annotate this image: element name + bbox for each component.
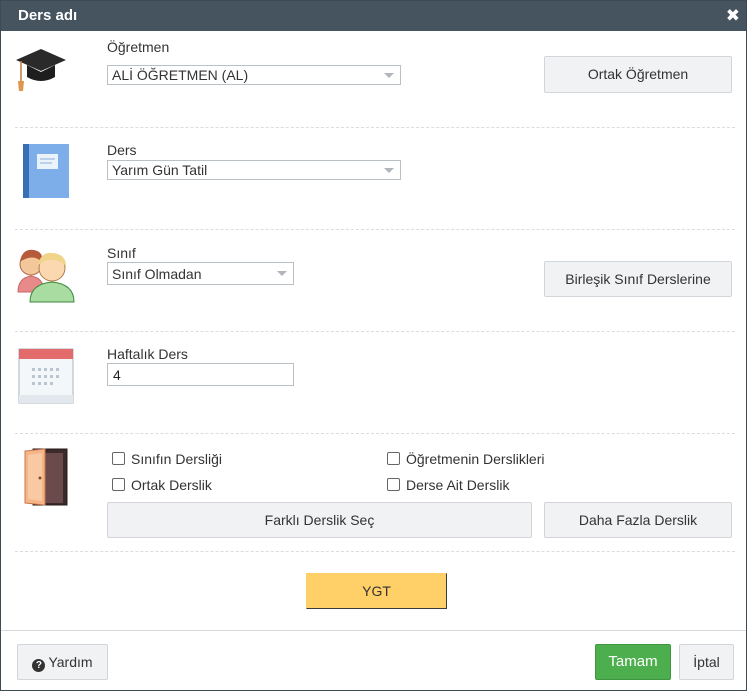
help-button[interactable]: ? Yardım [17, 644, 108, 680]
dialog-title: Ders adı [18, 7, 78, 24]
calendar-icon [18, 348, 74, 404]
checkbox-label: Sınıfın Dersliği [131, 451, 223, 467]
lesson-select[interactable]: Yarım Gün Tatil [107, 160, 401, 180]
chevron-down-icon [384, 168, 394, 173]
question-circle-icon: ? [32, 659, 46, 672]
ygt-button[interactable]: YGT [306, 573, 447, 609]
help-label: Yardım [48, 654, 93, 670]
classroom-of-class-checkbox[interactable]: Sınıfın Dersliği [112, 451, 222, 467]
ok-button[interactable]: Tamam [595, 644, 671, 680]
cancel-button[interactable]: İptal [679, 644, 734, 680]
section-divider [15, 551, 735, 552]
checkbox-label: Ortak Derslik [131, 477, 212, 493]
class-select-value: Sınıf Olmadan [112, 266, 202, 282]
close-icon[interactable]: ✖ [726, 6, 740, 26]
lesson-select-value: Yarım Gün Tatil [112, 162, 208, 178]
teacher-select-value: ALİ ÖĞRETMEN (AL) [112, 67, 249, 83]
teacher-classrooms-checkbox[interactable]: Öğretmenin Derslikleri [387, 451, 544, 467]
shared-teacher-button[interactable]: Ortak Öğretmen [544, 56, 732, 93]
shared-classroom-checkbox[interactable]: Ortak Derslik [112, 477, 212, 493]
teacher-label: Öğretmen [107, 39, 170, 55]
checkbox-box[interactable] [112, 478, 125, 491]
weekly-lessons-input[interactable] [107, 363, 294, 386]
more-classrooms-button[interactable]: Daha Fazla Derslik [544, 502, 732, 538]
book-icon [23, 144, 69, 198]
choose-classroom-button[interactable]: Farklı Derslik Seç [107, 502, 532, 538]
weekly-label: Haftalık Ders [107, 346, 188, 362]
checkbox-box[interactable] [112, 452, 125, 465]
checkbox-box[interactable] [387, 452, 400, 465]
section-divider [15, 331, 735, 332]
graduation-cap-icon [16, 49, 66, 91]
checkbox-label: Öğretmenin Derslikleri [406, 451, 545, 467]
checkbox-label: Derse Ait Derslik [406, 477, 510, 493]
door-icon [24, 448, 68, 506]
students-icon [17, 249, 75, 303]
section-divider [15, 127, 735, 128]
lesson-dialog: Ders adı ✖ Öğretmen ALİ ÖĞRETMEN (AL) Or… [0, 0, 747, 691]
chevron-down-icon [277, 271, 287, 276]
class-label: Sınıf [107, 245, 136, 261]
lesson-label: Ders [107, 142, 137, 158]
class-select[interactable]: Sınıf Olmadan [107, 262, 294, 285]
chevron-down-icon [384, 73, 394, 78]
section-divider [15, 229, 735, 230]
footer-divider [1, 630, 746, 631]
checkbox-box[interactable] [387, 478, 400, 491]
title-bar: Ders adı ✖ [1, 1, 746, 31]
joint-class-button[interactable]: Birleşik Sınıf Derslerine [544, 261, 732, 297]
lesson-classroom-checkbox[interactable]: Derse Ait Derslik [387, 477, 509, 493]
teacher-select[interactable]: ALİ ÖĞRETMEN (AL) [107, 65, 401, 85]
section-divider [15, 433, 735, 434]
